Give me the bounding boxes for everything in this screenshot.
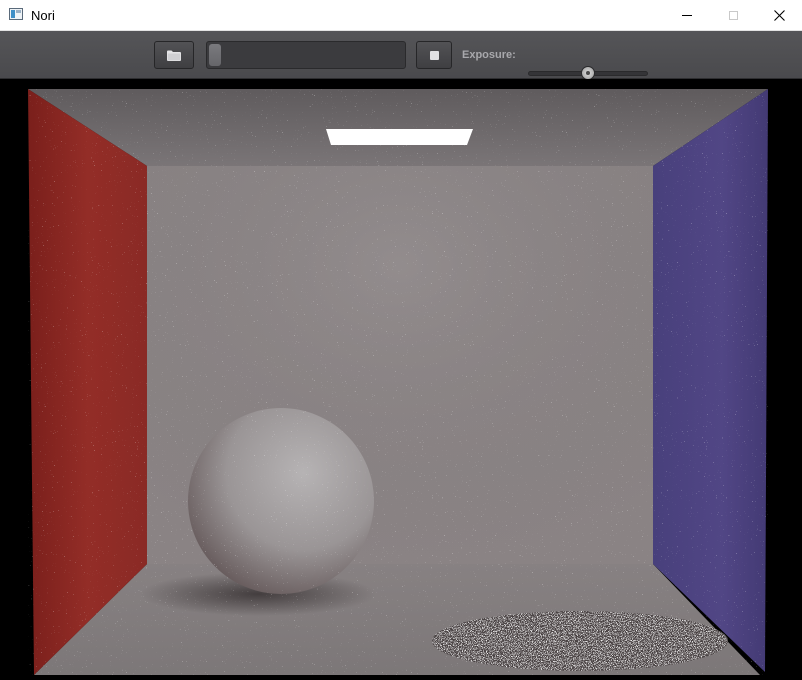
maximize-button[interactable] <box>710 0 756 31</box>
rendered-image <box>28 89 768 675</box>
render-view[interactable] <box>0 79 802 680</box>
title-bar[interactable]: Nori <box>0 0 802 31</box>
maximize-icon <box>728 11 738 20</box>
stop-icon <box>429 50 439 60</box>
close-button[interactable] <box>756 0 802 31</box>
window-title: Nori <box>31 8 55 23</box>
exposure-label: Exposure: <box>462 49 516 61</box>
stop-render-button[interactable] <box>416 41 452 69</box>
render-noise <box>28 89 768 675</box>
minimize-icon <box>682 15 692 16</box>
minimize-button[interactable] <box>664 0 710 31</box>
app-icon <box>9 8 23 20</box>
close-icon <box>773 10 785 21</box>
render-progress-fill <box>209 44 221 66</box>
folder-open-icon <box>167 50 181 61</box>
render-progress-bar <box>206 41 406 69</box>
exposure-slider-knob[interactable] <box>581 66 595 80</box>
open-file-button[interactable] <box>154 41 194 69</box>
toolbar: Exposure: <box>0 31 802 79</box>
exposure-slider[interactable] <box>528 48 648 80</box>
